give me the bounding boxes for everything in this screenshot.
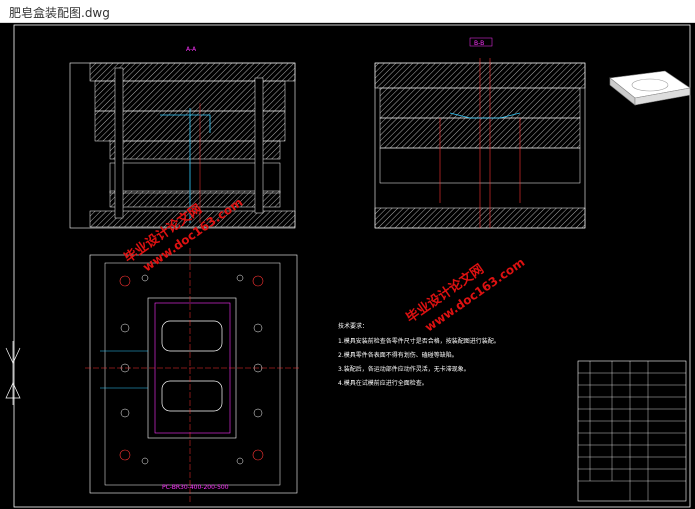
watermark-2: 毕业设计论文网 www.doc163.com — [403, 255, 527, 334]
plan-view: PC-BR30-400-200-500 — [85, 248, 300, 503]
window-titlebar: 肥皂盒装配图.dwg — [0, 0, 695, 23]
ucs-axis-icon — [5, 341, 21, 405]
window-title: 肥皂盒装配图.dwg — [9, 6, 110, 20]
notes-title: 技术要求： — [338, 322, 368, 330]
technical-notes: 技术要求： 1.模具安装前检查各零件尺寸是否合格，按装配图进行装配。 2.模具零… — [338, 322, 500, 387]
note-4: 4.模具在试模前应进行全面检查。 — [338, 379, 428, 387]
note-3: 3.装配后，各运动部件应动作灵活，无卡滞现象。 — [338, 365, 470, 373]
cad-canvas[interactable]: A-A B-B PC-BR30-400-200-500 技术要求： 1.模具安装… — [0, 23, 695, 509]
part-isometric-preview — [609, 70, 691, 106]
drawing-svg: A-A B-B PC-BR30-400-200-500 技术要求： 1.模具安装… — [5, 24, 691, 508]
title-block — [577, 360, 687, 502]
section-a-label: A-A — [186, 46, 197, 53]
note-2: 2.模具零件各表面不得有划伤、磕碰等缺陷。 — [338, 351, 458, 359]
note-1: 1.模具安装前检查各零件尺寸是否合格，按装配图进行装配。 — [338, 337, 500, 345]
section-view-b: B-B — [374, 37, 586, 229]
section-b-label: B-B — [474, 40, 484, 47]
section-view-a: A-A — [69, 46, 296, 229]
plan-bottom-label: PC-BR30-400-200-500 — [162, 484, 229, 491]
